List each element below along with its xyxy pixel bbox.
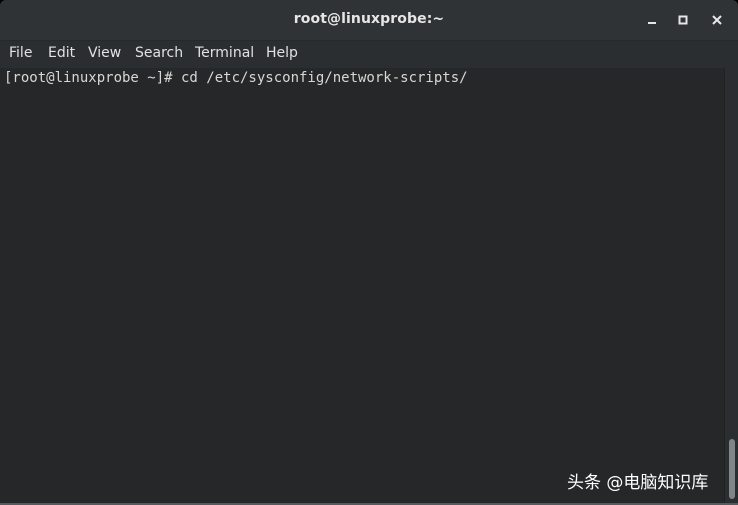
maximize-button[interactable] (673, 10, 693, 30)
window-title: root@linuxprobe:~ (293, 11, 445, 27)
close-icon (712, 15, 722, 25)
terminal-window: root@linuxprobe:~ File Edit View Search … (0, 0, 738, 505)
maximize-icon (678, 15, 688, 25)
minimize-icon (648, 22, 656, 24)
watermark-text: 头条 @电脑知识库 (567, 473, 709, 493)
minimize-button[interactable] (642, 10, 662, 30)
title-bar[interactable]: root@linuxprobe:~ (0, 0, 738, 41)
menu-terminal[interactable]: Terminal (195, 45, 254, 61)
menu-file[interactable]: File (9, 45, 32, 61)
close-button[interactable] (707, 10, 727, 30)
menu-bar: File Edit View Search Terminal Help (0, 41, 738, 68)
menu-edit[interactable]: Edit (48, 45, 75, 61)
menu-view[interactable]: View (88, 45, 121, 61)
terminal-area[interactable]: [root@linuxprobe ~]# cd /etc/sysconfig/n… (0, 68, 724, 503)
scrollbar-thumb[interactable] (729, 439, 735, 499)
menu-help[interactable]: Help (266, 45, 298, 61)
menu-search[interactable]: Search (135, 45, 183, 61)
vertical-scrollbar[interactable] (724, 68, 738, 503)
terminal-line: [root@linuxprobe ~]# cd /etc/sysconfig/n… (4, 70, 468, 86)
